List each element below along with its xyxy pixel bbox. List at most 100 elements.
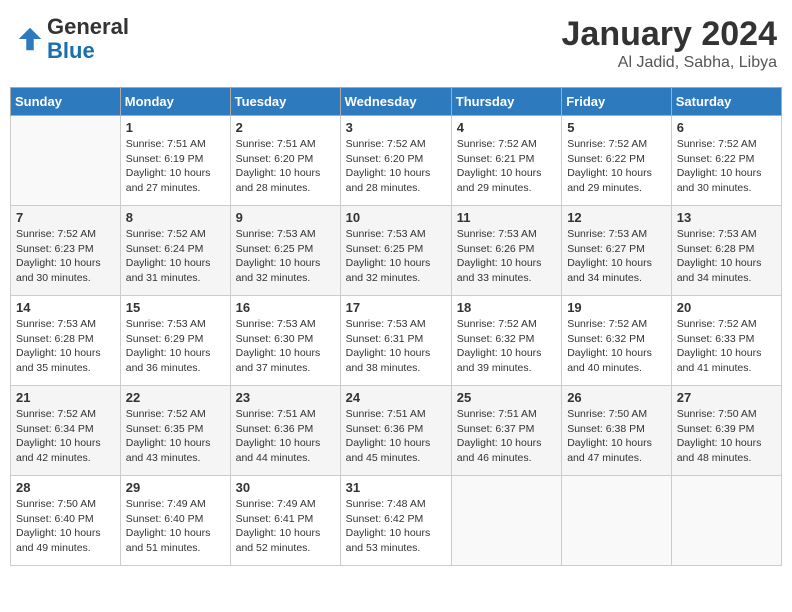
calendar-cell: 23 Sunrise: 7:51 AM Sunset: 6:36 PM Dayli…: [230, 386, 340, 476]
calendar-cell: [562, 476, 672, 566]
calendar-body: 1 Sunrise: 7:51 AM Sunset: 6:19 PM Daylig…: [11, 116, 782, 566]
day-number: 20: [677, 300, 776, 315]
page-header: GeneralBlue January 2024 Al Jadid, Sabha…: [10, 10, 782, 77]
calendar-cell: 31Sunrise: 7:48 AM Sunset: 6:42 PM Dayli…: [340, 476, 451, 566]
location-title: Al Jadid, Sabha, Libya: [562, 54, 778, 72]
day-info: Sunrise: 7:53 AM Sunset: 6:25 PM Dayligh…: [346, 227, 446, 286]
day-info: Sunrise: 7:53 AM Sunset: 6:31 PM Dayligh…: [346, 317, 446, 376]
calendar-table: SundayMondayTuesdayWednesdayThursdayFrid…: [10, 87, 782, 566]
day-info: Sunrise: 7:53 AM Sunset: 6:28 PM Dayligh…: [16, 317, 115, 376]
day-info: Sunrise: 7:50 AM Sunset: 6:39 PM Dayligh…: [677, 407, 776, 466]
week-row-2: 7 Sunrise: 7:52 AM Sunset: 6:23 PM Daylig…: [11, 206, 782, 296]
calendar-cell: 21 Sunrise: 7:52 AM Sunset: 6:34 PM Dayli…: [11, 386, 121, 476]
day-number: 21: [16, 390, 115, 405]
column-header-thursday: Thursday: [451, 88, 561, 116]
calendar-cell: 24Sunrise: 7:51 AM Sunset: 6:36 PM Dayli…: [340, 386, 451, 476]
calendar-cell: 22 Sunrise: 7:52 AM Sunset: 6:35 PM Dayli…: [120, 386, 230, 476]
calendar-cell: 16 Sunrise: 7:53 AM Sunset: 6:30 PM Dayli…: [230, 296, 340, 386]
day-info: Sunrise: 7:51 AM Sunset: 6:36 PM Dayligh…: [346, 407, 446, 466]
week-row-5: 28 Sunrise: 7:50 AM Sunset: 6:40 PM Dayli…: [11, 476, 782, 566]
column-header-tuesday: Tuesday: [230, 88, 340, 116]
day-number: 1: [126, 120, 225, 135]
calendar-cell: 2Sunrise: 7:51 AM Sunset: 6:20 PM Daylig…: [230, 116, 340, 206]
day-info: Sunrise: 7:52 AM Sunset: 6:32 PM Dayligh…: [567, 317, 666, 376]
day-info: Sunrise: 7:52 AM Sunset: 6:21 PM Dayligh…: [457, 137, 556, 196]
day-info: Sunrise: 7:52 AM Sunset: 6:35 PM Dayligh…: [126, 407, 225, 466]
calendar-cell: 13 Sunrise: 7:53 AM Sunset: 6:28 PM Dayli…: [671, 206, 781, 296]
day-number: 22: [126, 390, 225, 405]
title-block: January 2024 Al Jadid, Sabha, Libya: [562, 15, 778, 72]
calendar-header-row: SundayMondayTuesdayWednesdayThursdayFrid…: [11, 88, 782, 116]
calendar-cell: 25Sunrise: 7:51 AM Sunset: 6:37 PM Dayli…: [451, 386, 561, 476]
logo: GeneralBlue: [15, 15, 129, 63]
calendar-cell: 7 Sunrise: 7:52 AM Sunset: 6:23 PM Daylig…: [11, 206, 121, 296]
day-info: Sunrise: 7:52 AM Sunset: 6:24 PM Dayligh…: [126, 227, 225, 286]
day-number: 23: [236, 390, 335, 405]
day-info: Sunrise: 7:52 AM Sunset: 6:32 PM Dayligh…: [457, 317, 556, 376]
column-header-monday: Monday: [120, 88, 230, 116]
day-number: 16: [236, 300, 335, 315]
day-number: 15: [126, 300, 225, 315]
day-info: Sunrise: 7:51 AM Sunset: 6:19 PM Dayligh…: [126, 137, 225, 196]
calendar-cell: 26Sunrise: 7:50 AM Sunset: 6:38 PM Dayli…: [562, 386, 672, 476]
day-info: Sunrise: 7:50 AM Sunset: 6:38 PM Dayligh…: [567, 407, 666, 466]
day-number: 11: [457, 210, 556, 225]
day-number: 19: [567, 300, 666, 315]
day-info: Sunrise: 7:53 AM Sunset: 6:29 PM Dayligh…: [126, 317, 225, 376]
day-info: Sunrise: 7:52 AM Sunset: 6:22 PM Dayligh…: [677, 137, 776, 196]
day-number: 14: [16, 300, 115, 315]
day-info: Sunrise: 7:53 AM Sunset: 6:25 PM Dayligh…: [236, 227, 335, 286]
calendar-cell: [451, 476, 561, 566]
day-info: Sunrise: 7:53 AM Sunset: 6:26 PM Dayligh…: [457, 227, 556, 286]
day-number: 31: [346, 480, 446, 495]
day-number: 29: [126, 480, 225, 495]
day-info: Sunrise: 7:52 AM Sunset: 6:22 PM Dayligh…: [567, 137, 666, 196]
day-number: 8: [126, 210, 225, 225]
calendar-cell: 12Sunrise: 7:53 AM Sunset: 6:27 PM Dayli…: [562, 206, 672, 296]
day-info: Sunrise: 7:53 AM Sunset: 6:28 PM Dayligh…: [677, 227, 776, 286]
calendar-cell: 29 Sunrise: 7:49 AM Sunset: 6:40 PM Dayli…: [120, 476, 230, 566]
day-number: 30: [236, 480, 335, 495]
calendar-cell: 14 Sunrise: 7:53 AM Sunset: 6:28 PM Dayli…: [11, 296, 121, 386]
calendar-cell: 8 Sunrise: 7:52 AM Sunset: 6:24 PM Daylig…: [120, 206, 230, 296]
day-number: 5: [567, 120, 666, 135]
calendar-cell: [671, 476, 781, 566]
day-info: Sunrise: 7:50 AM Sunset: 6:40 PM Dayligh…: [16, 497, 115, 556]
day-info: Sunrise: 7:52 AM Sunset: 6:34 PM Dayligh…: [16, 407, 115, 466]
day-number: 7: [16, 210, 115, 225]
month-title: January 2024: [562, 15, 778, 54]
day-number: 18: [457, 300, 556, 315]
day-number: 12: [567, 210, 666, 225]
calendar-cell: 17Sunrise: 7:53 AM Sunset: 6:31 PM Dayli…: [340, 296, 451, 386]
day-info: Sunrise: 7:51 AM Sunset: 6:20 PM Dayligh…: [236, 137, 335, 196]
day-info: Sunrise: 7:49 AM Sunset: 6:40 PM Dayligh…: [126, 497, 225, 556]
day-info: Sunrise: 7:51 AM Sunset: 6:37 PM Dayligh…: [457, 407, 556, 466]
week-row-1: 1 Sunrise: 7:51 AM Sunset: 6:19 PM Daylig…: [11, 116, 782, 206]
day-info: Sunrise: 7:49 AM Sunset: 6:41 PM Dayligh…: [236, 497, 335, 556]
calendar-cell: 30 Sunrise: 7:49 AM Sunset: 6:41 PM Dayli…: [230, 476, 340, 566]
calendar-cell: 10Sunrise: 7:53 AM Sunset: 6:25 PM Dayli…: [340, 206, 451, 296]
column-header-sunday: Sunday: [11, 88, 121, 116]
calendar-cell: 6Sunrise: 7:52 AM Sunset: 6:22 PM Daylig…: [671, 116, 781, 206]
calendar-cell: 5 Sunrise: 7:52 AM Sunset: 6:22 PM Daylig…: [562, 116, 672, 206]
calendar-cell: 4 Sunrise: 7:52 AM Sunset: 6:21 PM Daylig…: [451, 116, 561, 206]
day-info: Sunrise: 7:52 AM Sunset: 6:33 PM Dayligh…: [677, 317, 776, 376]
day-info: Sunrise: 7:52 AM Sunset: 6:23 PM Dayligh…: [16, 227, 115, 286]
day-info: Sunrise: 7:52 AM Sunset: 6:20 PM Dayligh…: [346, 137, 446, 196]
logo-icon: [15, 24, 45, 54]
logo-text: GeneralBlue: [47, 15, 129, 63]
day-info: Sunrise: 7:53 AM Sunset: 6:30 PM Dayligh…: [236, 317, 335, 376]
column-header-wednesday: Wednesday: [340, 88, 451, 116]
day-number: 3: [346, 120, 446, 135]
day-number: 13: [677, 210, 776, 225]
calendar-cell: 11 Sunrise: 7:53 AM Sunset: 6:26 PM Dayli…: [451, 206, 561, 296]
calendar-cell: 19 Sunrise: 7:52 AM Sunset: 6:32 PM Dayli…: [562, 296, 672, 386]
calendar-cell: 1 Sunrise: 7:51 AM Sunset: 6:19 PM Daylig…: [120, 116, 230, 206]
day-info: Sunrise: 7:51 AM Sunset: 6:36 PM Dayligh…: [236, 407, 335, 466]
calendar-cell: 18 Sunrise: 7:52 AM Sunset: 6:32 PM Dayli…: [451, 296, 561, 386]
day-number: 28: [16, 480, 115, 495]
week-row-3: 14 Sunrise: 7:53 AM Sunset: 6:28 PM Dayli…: [11, 296, 782, 386]
column-header-friday: Friday: [562, 88, 672, 116]
week-row-4: 21 Sunrise: 7:52 AM Sunset: 6:34 PM Dayli…: [11, 386, 782, 476]
day-number: 4: [457, 120, 556, 135]
